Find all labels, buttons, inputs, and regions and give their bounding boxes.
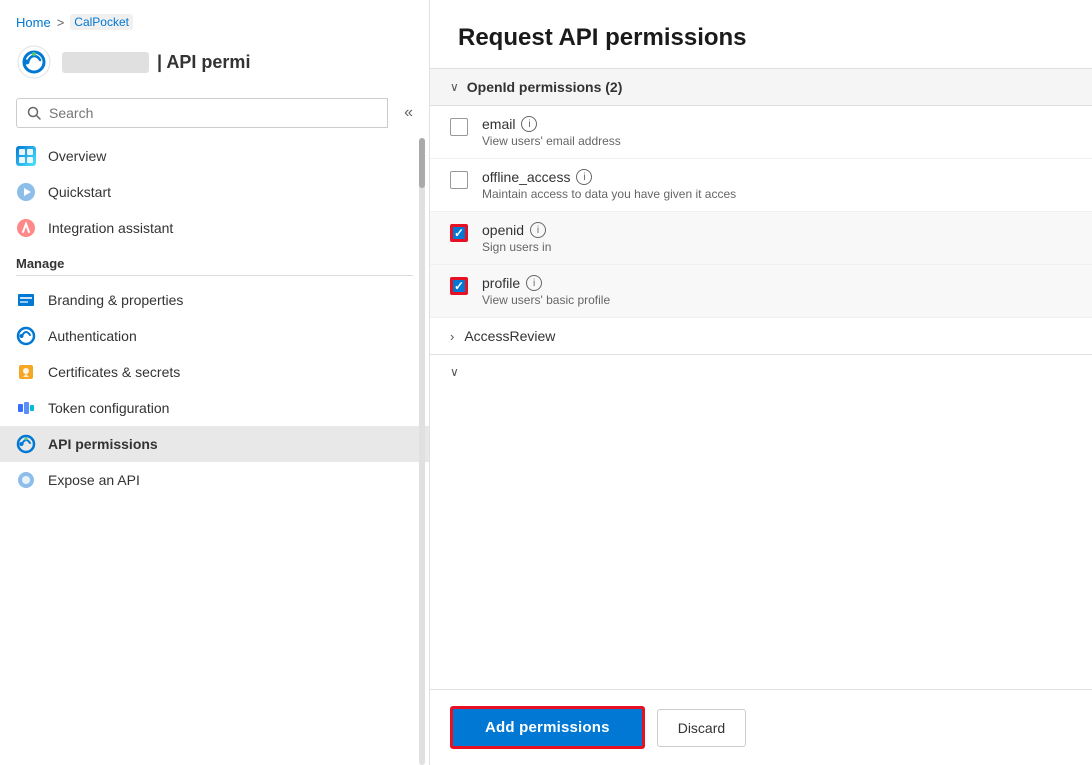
expose-label: Expose an API (48, 472, 140, 488)
breadcrumb: Home > CalPocket (0, 0, 429, 36)
permissions-list: ∨ OpenId permissions (2) email i View us… (430, 68, 1092, 689)
auth-icon (16, 326, 36, 346)
search-icon (27, 106, 41, 120)
profile-checkbox[interactable]: ✓ (450, 277, 468, 295)
breadcrumb-current[interactable]: CalPocket (70, 14, 133, 30)
search-bar[interactable] (16, 98, 388, 128)
left-panel: Home > CalPocket CalPocket | API permi (0, 0, 430, 765)
api-permissions-label: API permissions (48, 436, 158, 452)
email-desc: View users' email address (482, 134, 621, 148)
app-icon (16, 44, 52, 80)
email-info-icon[interactable]: i (521, 116, 537, 132)
manage-divider (16, 275, 413, 276)
openid-name-row: openid i (482, 222, 551, 238)
integration-label: Integration assistant (48, 220, 173, 236)
certs-icon (16, 362, 36, 382)
sidebar-item-api-permissions[interactable]: API permissions (0, 426, 429, 462)
token-label: Token configuration (48, 400, 169, 416)
email-checkbox[interactable] (450, 118, 468, 136)
breadcrumb-separator: > (57, 15, 65, 30)
quickstart-label: Quickstart (48, 184, 111, 200)
openid-section-label: OpenId permissions (2) (467, 79, 623, 95)
openid-info: openid i Sign users in (482, 222, 551, 254)
offline-name-row: offline_access i (482, 169, 736, 185)
quickstart-icon (16, 182, 36, 202)
profile-name-row: profile i (482, 275, 610, 291)
openid-desc: Sign users in (482, 240, 551, 254)
branding-label: Branding & properties (48, 292, 183, 308)
breadcrumb-home[interactable]: Home (16, 15, 51, 30)
app-name-blurred: CalPocket (62, 52, 149, 73)
branding-icon (16, 290, 36, 310)
openid-checkmark: ✓ (454, 227, 464, 239)
right-panel: Request API permissions ∨ OpenId permiss… (430, 0, 1092, 765)
sidebar-item-certs[interactable]: Certificates & secrets (0, 354, 429, 390)
permission-row-profile: ✓ profile i View users' basic profile (430, 265, 1092, 318)
profile-info: profile i View users' basic profile (482, 275, 610, 307)
manage-section-label: Manage (0, 246, 429, 275)
sidebar-item-auth[interactable]: Authentication (0, 318, 429, 354)
openid-chevron: ∨ (450, 80, 459, 94)
collapsed-section[interactable]: ∨ (430, 354, 1092, 389)
certs-label: Certificates & secrets (48, 364, 180, 380)
openid-name: openid (482, 222, 524, 238)
sidebar-item-expose[interactable]: Expose an API (0, 462, 429, 498)
email-name: email (482, 116, 515, 132)
offline-name: offline_access (482, 169, 570, 185)
collapse-button[interactable]: « (388, 98, 429, 128)
search-input[interactable] (49, 105, 377, 121)
profile-checkmark: ✓ (454, 280, 464, 292)
bottom-buttons: Add permissions Discard (430, 689, 1092, 765)
collapsed-chevron: ∨ (450, 365, 459, 379)
overview-label: Overview (48, 148, 106, 164)
access-review-row[interactable]: › AccessReview (430, 318, 1092, 354)
profile-info-icon[interactable]: i (526, 275, 542, 291)
sidebar-item-integration[interactable]: Integration assistant (0, 210, 429, 246)
token-icon (16, 398, 36, 418)
profile-desc: View users' basic profile (482, 293, 610, 307)
offline-info: offline_access i Maintain access to data… (482, 169, 736, 201)
search-row: « (0, 92, 429, 134)
sidebar-item-branding[interactable]: Branding & properties (0, 282, 429, 318)
integration-icon (16, 218, 36, 238)
email-name-row: email i (482, 116, 621, 132)
discard-button[interactable]: Discard (657, 709, 746, 747)
permission-row-email: email i View users' email address (430, 106, 1092, 159)
access-review-label: AccessReview (464, 328, 555, 344)
profile-name: profile (482, 275, 520, 291)
access-review-chevron: › (450, 329, 454, 344)
scrollbar-thumb[interactable] (419, 138, 425, 188)
panel-title: Request API permissions (430, 0, 1092, 68)
app-header: CalPocket | API permi (0, 36, 429, 92)
auth-label: Authentication (48, 328, 137, 344)
openid-info-icon[interactable]: i (530, 222, 546, 238)
app-title-suffix: | API permi (157, 52, 250, 73)
sidebar-item-quickstart[interactable]: Quickstart (0, 174, 429, 210)
scrollbar-track (419, 138, 425, 765)
sidebar-item-token[interactable]: Token configuration (0, 390, 429, 426)
permission-row-openid: ✓ openid i Sign users in (430, 212, 1092, 265)
sidebar-item-overview[interactable]: Overview (0, 138, 429, 174)
add-permissions-button[interactable]: Add permissions (450, 706, 645, 749)
overview-icon (16, 146, 36, 166)
email-info: email i View users' email address (482, 116, 621, 148)
openid-checkbox[interactable]: ✓ (450, 224, 468, 242)
offline-checkbox[interactable] (450, 171, 468, 189)
offline-desc: Maintain access to data you have given i… (482, 187, 736, 201)
permission-row-offline: offline_access i Maintain access to data… (430, 159, 1092, 212)
api-icon (16, 434, 36, 454)
expose-icon (16, 470, 36, 490)
app-title: CalPocket | API permi (62, 52, 250, 73)
openid-section-header[interactable]: ∨ OpenId permissions (2) (430, 68, 1092, 106)
offline-info-icon[interactable]: i (576, 169, 592, 185)
